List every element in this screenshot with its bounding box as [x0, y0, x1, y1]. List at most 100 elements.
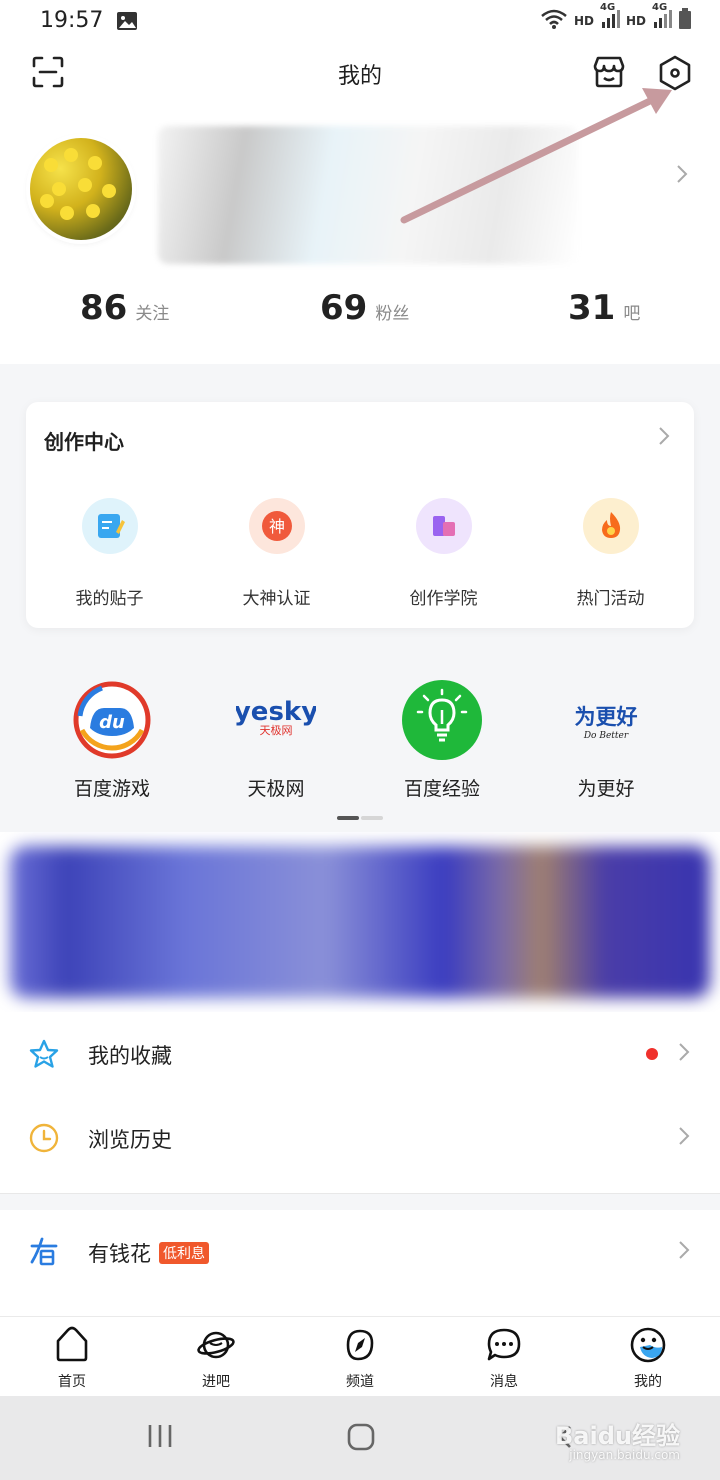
tab-mine[interactable]: 我的 — [576, 1325, 720, 1391]
stat-following-label: 关注 — [135, 304, 170, 324]
battery-icon — [678, 8, 692, 33]
edit-post-icon — [81, 498, 138, 554]
chevron-right-icon — [678, 1240, 690, 1264]
creation-item-hot-events[interactable]: 热门活动 — [527, 498, 694, 609]
tab-label: 首页 — [58, 1374, 86, 1390]
chat-bubble-icon — [484, 1325, 524, 1365]
creation-item-label: 大神认证 — [242, 589, 311, 609]
creation-item-label: 热门活动 — [576, 589, 645, 609]
yesky-logo: yesky 天极网 — [234, 680, 318, 760]
academy-icon — [415, 498, 472, 554]
clock-icon — [28, 1122, 60, 1158]
menu-label-favorites: 我的收藏 — [88, 1044, 172, 1068]
avatar[interactable] — [30, 138, 132, 240]
status-bar: 19:57 HD 4G HD 4G — [0, 0, 720, 44]
top-bar: 我的 — [0, 44, 720, 104]
tab-label: 进吧 — [202, 1374, 230, 1390]
svg-text:神: 神 — [268, 517, 284, 536]
gallery-icon — [116, 11, 138, 35]
svg-text:Do Better: Do Better — [583, 731, 629, 741]
menu-row-history[interactable]: 浏览历史 — [0, 1096, 720, 1180]
do-better-logo: 为更好 Do Better — [566, 680, 646, 760]
svg-text:yesky: yesky — [236, 697, 316, 727]
service-baidu-jingyan[interactable]: 百度经验 — [352, 680, 532, 801]
creation-item-label: 我的贴子 — [75, 589, 144, 609]
creation-item-shen-cert[interactable]: 神 大神认证 — [193, 498, 360, 609]
service-label: 百度经验 — [403, 778, 480, 800]
svg-text:为更好: 为更好 — [575, 704, 638, 729]
menu-divider — [0, 1180, 720, 1194]
menu-label-history: 浏览历史 — [88, 1128, 172, 1152]
star-icon — [28, 1038, 60, 1074]
tab-label: 我的 — [634, 1374, 662, 1390]
home-icon — [52, 1325, 92, 1365]
stat-bars-label: 吧 — [623, 304, 641, 324]
settings-icon[interactable] — [656, 54, 694, 96]
store-icon[interactable] — [590, 54, 628, 94]
service-yesky[interactable]: yesky 天极网 天极网 — [186, 680, 366, 801]
service-label: 为更好 — [577, 778, 635, 800]
creation-center-title[interactable]: 创作中心 — [44, 426, 124, 455]
network-hd-label-2: HD — [625, 13, 646, 28]
svg-text:du: du — [99, 712, 125, 733]
system-nav-bar: Baidu经验 jingyan.baidu.com — [0, 1396, 720, 1480]
menu-label-youqianhua: 有钱花 低利息 — [88, 1238, 209, 1268]
mine-face-icon — [628, 1325, 668, 1365]
stat-following-value: 86 — [80, 288, 128, 328]
bottom-tab-bar: 首页 进吧 频道 消息 我的 — [0, 1316, 720, 1396]
page-indicator — [337, 816, 383, 820]
profile-section[interactable]: 86 关注 69 粉丝 31 吧 — [0, 104, 720, 364]
chevron-right-icon — [678, 1126, 690, 1150]
signal-icon-2: 4G — [652, 2, 672, 33]
creation-center-card: 创作中心 我的贴子 神 大神认证 创作学院 热门活动 — [26, 402, 694, 628]
stat-fans-value: 69 — [320, 288, 368, 328]
service-do-better[interactable]: 为更好 Do Better 为更好 — [516, 680, 696, 801]
low-interest-badge: 低利息 — [159, 1242, 209, 1264]
wifi-icon — [540, 8, 568, 33]
recent-apps-icon[interactable] — [146, 1422, 174, 1454]
creation-item-academy[interactable]: 创作学院 — [360, 498, 527, 609]
chevron-right-icon[interactable] — [658, 426, 670, 450]
baidu-jingyan-watermark: Baidu经验 — [555, 1422, 680, 1450]
baidu-games-logo: du — [72, 680, 152, 760]
promo-banner[interactable] — [0, 832, 720, 1018]
menu-row-youqianhua[interactable]: 有钱花 低利息 — [0, 1210, 720, 1294]
stat-bars-value: 31 — [568, 288, 616, 328]
chevron-right-icon — [678, 1042, 690, 1066]
service-label: 百度游戏 — [73, 778, 150, 800]
creation-item-my-posts[interactable]: 我的贴子 — [26, 498, 193, 609]
status-right: HD 4G HD 4G — [540, 2, 692, 33]
compass-icon — [340, 1325, 380, 1365]
creation-item-label: 创作学院 — [409, 589, 478, 609]
tab-messages[interactable]: 消息 — [432, 1325, 576, 1391]
fire-icon — [582, 498, 639, 554]
youqianhua-icon — [28, 1236, 60, 1272]
chevron-right-icon[interactable] — [676, 164, 688, 188]
status-time: 19:57 — [40, 8, 104, 33]
stat-bars[interactable]: 31 吧 — [568, 288, 640, 328]
services-row: du 百度游戏 yesky 天极网 天极网 百度经验 为更好 Do Better… — [0, 650, 720, 832]
tab-label: 频道 — [346, 1374, 374, 1390]
service-baidu-games[interactable]: du 百度游戏 — [22, 680, 202, 801]
watermark-url: jingyan.baidu.com — [569, 1448, 680, 1462]
tab-jinba[interactable]: 进吧 — [144, 1325, 288, 1391]
home-nav-icon[interactable] — [346, 1422, 376, 1456]
stat-following[interactable]: 86 关注 — [80, 288, 169, 328]
service-label: 天极网 — [247, 778, 305, 800]
username-blurred — [158, 126, 578, 264]
lightbulb-icon — [402, 680, 482, 760]
shen-badge-icon: 神 — [248, 498, 305, 554]
planet-icon — [196, 1325, 236, 1365]
signal-icon-1: 4G — [600, 2, 620, 33]
stat-fans[interactable]: 69 粉丝 — [320, 288, 409, 328]
svg-text:天极网: 天极网 — [260, 723, 293, 737]
tab-home[interactable]: 首页 — [0, 1325, 144, 1391]
network-hd-label-1: HD — [573, 13, 594, 28]
menu-row-favorites[interactable]: 我的收藏 — [0, 1012, 720, 1096]
menu-bottom-spacer — [0, 1294, 720, 1316]
tab-channel[interactable]: 频道 — [288, 1325, 432, 1391]
notification-dot — [646, 1048, 658, 1060]
banner-image-blurred — [10, 846, 710, 998]
stat-fans-label: 粉丝 — [375, 304, 410, 324]
tab-label: 消息 — [490, 1374, 518, 1390]
